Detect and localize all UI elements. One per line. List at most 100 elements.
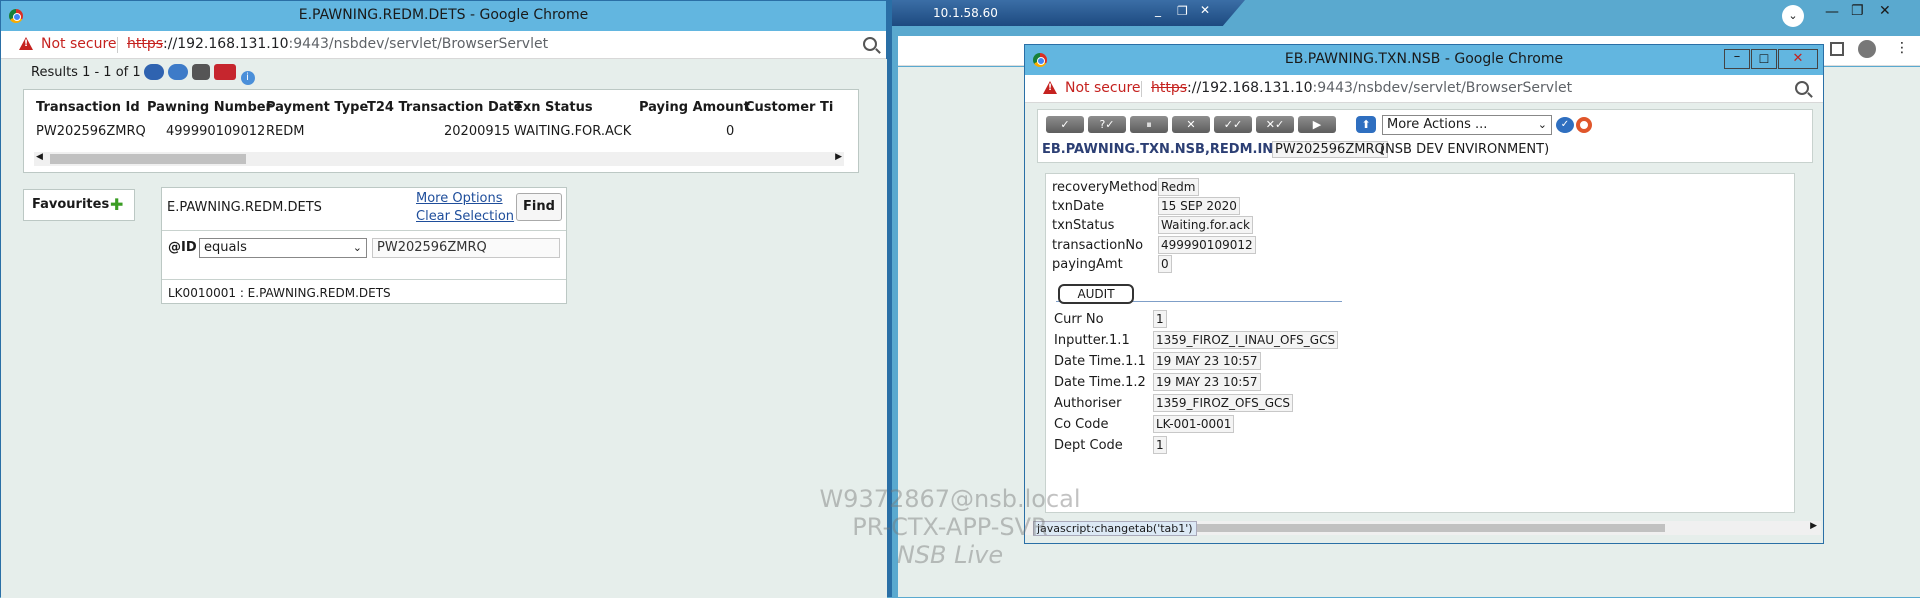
window-title: E.PAWNING.REDM.DETS - Google Chrome (298, 7, 589, 23)
profile-chevron-icon[interactable]: ⌄ (1782, 5, 1804, 27)
refresh-icon[interactable] (168, 64, 189, 80)
delete-button[interactable]: ✕ (1172, 116, 1210, 133)
enquiry-panel: E.PAWNING.REDM.DETS More Options Clear S… (161, 187, 567, 304)
address-bar[interactable]: Not secure https://192.168.131.10:9443/n… (1, 31, 886, 59)
watermark-user: W9372867@nsb.local (819, 485, 1081, 513)
cell-transaction-id[interactable]: PW202596ZMRQ (36, 124, 146, 139)
upload-icon[interactable]: ⬆ (1356, 116, 1376, 133)
warning-icon (1043, 81, 1057, 94)
value-authoriser: 1359_FIROZ_OFS_GCS (1153, 394, 1294, 412)
value-date-time-1: 19 MAY 23 10:57 (1153, 352, 1261, 370)
minimize-icon[interactable]: – (1724, 49, 1750, 69)
table-row[interactable]: PW202596ZMRQ 499990109012 REDM 20200915 … (24, 122, 858, 142)
authorise-button[interactable]: ✓✓ (1214, 116, 1252, 133)
maximize-icon[interactable]: ☐ (1751, 49, 1777, 69)
value-curr-no: 1 (1153, 310, 1167, 328)
cell-payment-type: REDM (266, 124, 305, 139)
scroll-thumb[interactable] (50, 154, 246, 164)
col-t24-date[interactable]: T24 Transaction Date (367, 100, 523, 115)
favourites-label[interactable]: Favourites (32, 197, 109, 212)
help-lifebuoy-icon[interactable] (1576, 117, 1592, 133)
add-favourite-icon[interactable]: ✚ (110, 195, 123, 214)
operator-select[interactable]: equals ⌄ (199, 238, 367, 258)
window-title: EB.PAWNING.TXN.NSB - Google Chrome (1284, 51, 1564, 67)
warning-icon (19, 37, 33, 50)
commit-button[interactable]: ✓ (1046, 116, 1084, 133)
hold-button[interactable]: ⏸ (1130, 116, 1168, 133)
operator-value: equals (204, 240, 247, 255)
tools-icon[interactable] (214, 64, 237, 80)
value-input[interactable]: PW202596ZMRQ (372, 238, 560, 258)
more-actions-select[interactable]: More Actions ... ⌄ (1382, 115, 1552, 135)
validate-button[interactable]: ?✓ (1088, 116, 1126, 133)
reverse-button[interactable]: ✕✓ (1256, 116, 1294, 133)
col-payment-type[interactable]: Payment Type (266, 100, 368, 115)
remote-ip: 10.1.58.60 (933, 6, 998, 20)
label-date-time-1: Date Time.1.1 (1054, 354, 1146, 369)
next-button[interactable]: ▶ (1298, 116, 1336, 133)
url-text[interactable]: https://192.168.131.10:9443/nsbdev/servl… (127, 36, 548, 52)
label-inputter: Inputter.1.1 (1054, 333, 1130, 348)
profile-icon[interactable] (1858, 40, 1876, 58)
tab-audit[interactable]: AUDIT (1058, 284, 1134, 304)
col-txn-status[interactable]: Txn Status (514, 100, 593, 115)
value-text: PW202596ZMRQ (377, 240, 487, 255)
divider (162, 230, 566, 231)
label-date-time-2: Date Time.1.2 (1054, 375, 1146, 390)
minimize-icon[interactable]: _ (1155, 3, 1161, 17)
right-browser-window: EB.PAWNING.TXN.NSB - Google Chrome – ☐ ✕… (1024, 44, 1824, 544)
more-actions-value: More Actions ... (1387, 117, 1488, 132)
label-dept-code: Dept Code (1054, 438, 1123, 453)
next-page-icon[interactable] (192, 64, 211, 80)
not-secure-label: Not secure (41, 36, 117, 52)
chevron-down-icon[interactable]: ⌄ (1538, 116, 1547, 134)
label-recovery-method: recoveryMethod (1052, 180, 1158, 195)
environment-label: (NSB DEV ENVIRONMENT) (1380, 142, 1550, 157)
col-customer-title[interactable]: Customer Ti (745, 100, 833, 115)
col-pawning-number[interactable]: Pawning Number (147, 100, 272, 115)
menu-icon[interactable]: ⋮ (1895, 40, 1909, 56)
label-authoriser: Authoriser (1054, 396, 1122, 411)
results-count: Results 1 - 1 of 1 (31, 65, 141, 80)
zoom-icon[interactable] (863, 37, 877, 51)
col-transaction-id[interactable]: Transaction Id (36, 100, 140, 115)
record-form: recoveryMethod Redm txnDate 15 SEP 2020 … (1045, 173, 1795, 513)
restore-icon[interactable]: ❐ (1851, 3, 1864, 19)
close-icon[interactable]: ✕ (1200, 3, 1210, 17)
not-secure-label: Not secure (1065, 80, 1141, 96)
value-txn-date: 15 SEP 2020 (1158, 197, 1240, 215)
address-bar[interactable]: Not secure https://192.168.131.10:9443/n… (1025, 75, 1823, 103)
close-icon[interactable]: ✕ (1778, 49, 1818, 69)
value-inputter: 1359_FIROZ_I_INAU_OFS_GCS (1153, 331, 1339, 349)
sidebar-icon[interactable] (1830, 42, 1844, 56)
scroll-right-icon[interactable]: ▶ (1810, 521, 1817, 531)
chevron-down-icon[interactable]: ⌄ (353, 239, 362, 257)
left-content: Results 1 - 1 of 1 i Transaction Id Pawn… (1, 59, 887, 598)
more-options-link[interactable]: More Options (416, 191, 503, 206)
divider (1141, 81, 1142, 97)
zoom-icon[interactable] (1795, 81, 1809, 95)
go-check-icon[interactable]: ✓ (1556, 117, 1574, 133)
find-button[interactable]: Find (516, 193, 562, 221)
restore-icon[interactable]: ❐ (1177, 4, 1188, 18)
nav-arrows-icon[interactable] (144, 64, 164, 80)
scroll-left-icon[interactable]: ◀ (36, 152, 43, 162)
field-label-id: @ID (168, 240, 197, 255)
scroll-right-icon[interactable]: ▶ (835, 152, 842, 162)
close-icon[interactable]: ✕ (1879, 3, 1891, 19)
scroll-thumb[interactable] (1165, 524, 1665, 532)
enquiry-name: E.PAWNING.REDM.DETS (167, 200, 322, 215)
minimize-icon[interactable]: — (1825, 4, 1839, 20)
col-paying-amount[interactable]: Paying Amount (639, 100, 750, 115)
value-date-time-2: 19 MAY 23 10:57 (1153, 373, 1261, 391)
url-text[interactable]: https://192.168.131.10:9443/nsbdev/servl… (1151, 80, 1572, 96)
table-scrollbar[interactable]: ◀ ▶ (34, 152, 844, 166)
info-icon[interactable]: i (240, 71, 255, 85)
watermark-env: NSB Live (896, 541, 1004, 569)
version-name: EB.PAWNING.TXN.NSB,REDM.INPUT (1042, 142, 1303, 157)
left-browser-window: E.PAWNING.REDM.DETS - Google Chrome Not … (0, 0, 892, 598)
clear-selection-link[interactable]: Clear Selection (416, 209, 514, 224)
favourites-panel[interactable]: Favourites ✚ (23, 189, 135, 221)
record-id-field[interactable]: PW202596ZMRQ (1272, 141, 1388, 158)
results-table: Transaction Id Pawning Number Payment Ty… (23, 89, 859, 173)
